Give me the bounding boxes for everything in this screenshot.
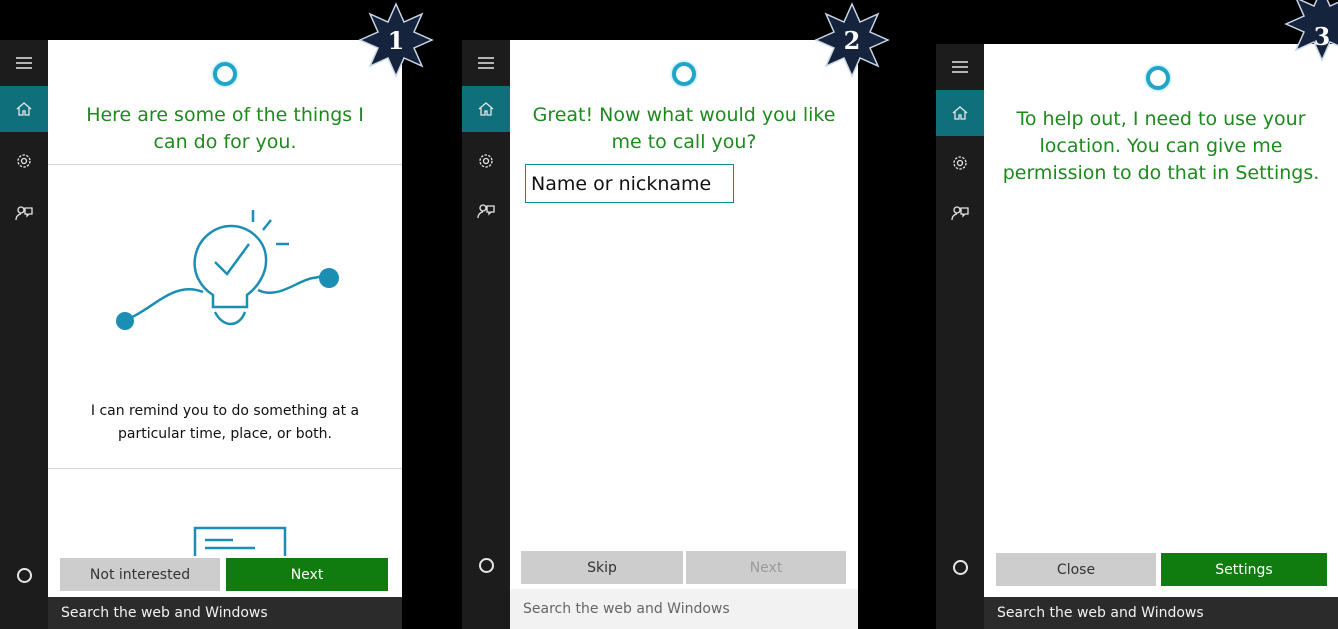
cortana-logo-icon <box>213 62 237 86</box>
settings-gear-icon <box>17 154 31 168</box>
feedback-button[interactable] <box>462 188 510 234</box>
cortana-icon[interactable] <box>479 558 494 573</box>
divider <box>48 468 402 469</box>
body-text: I can remind you to do something at a pa… <box>90 403 360 442</box>
lightbulb-reminder-icon <box>116 210 339 330</box>
page-title: Great! Now what would you like me to cal… <box>532 104 836 153</box>
cortana-icon[interactable] <box>953 560 968 575</box>
home-icon <box>16 102 32 116</box>
divider <box>48 164 402 165</box>
step-number: 2 <box>843 25 861 55</box>
hamburger-icon <box>16 57 32 69</box>
home-icon <box>952 106 968 120</box>
search-bar[interactable]: Search the web and Windows <box>48 597 402 629</box>
feedback-icon <box>951 206 969 221</box>
close-button[interactable]: Close <box>996 553 1156 586</box>
home-button[interactable] <box>936 90 984 136</box>
skip-button[interactable]: Skip <box>521 551 683 584</box>
cortana-sidebar <box>0 40 48 629</box>
next-button[interactable]: Next <box>226 558 388 591</box>
cortana-content: To help out, I need to use your location… <box>984 44 1338 597</box>
feedback-button[interactable] <box>936 190 984 236</box>
step-number: 1 <box>387 25 405 55</box>
cortana-panel-2: Great! Now what would you like me to cal… <box>462 0 890 629</box>
settings-gear-icon <box>479 154 493 168</box>
cortana-panel-1: Here are some of the things I can do for… <box>0 0 434 629</box>
hamburger-menu-button[interactable] <box>936 44 984 90</box>
name-input[interactable]: Name or nickname <box>525 164 734 203</box>
feedback-icon <box>477 204 495 219</box>
search-bar[interactable]: Search the web and Windows <box>510 589 858 629</box>
cortana-logo-icon <box>1146 66 1170 90</box>
page-title: Here are some of the things I can do for… <box>86 104 364 153</box>
settings-button[interactable] <box>936 140 984 186</box>
step-badge: 2 <box>814 2 890 78</box>
feedback-button[interactable] <box>0 190 48 236</box>
cortana-content: Great! Now what would you like me to cal… <box>510 40 858 589</box>
home-button[interactable] <box>0 86 48 132</box>
hamburger-icon <box>952 61 968 73</box>
search-bar[interactable]: Search the web and Windows <box>984 597 1338 629</box>
page-title: To help out, I need to use your location… <box>1002 108 1320 184</box>
cortana-sidebar <box>936 44 984 629</box>
next-button[interactable]: Next <box>686 551 846 584</box>
cortana-sidebar <box>462 40 510 629</box>
settings-gear-icon <box>953 156 967 170</box>
hamburger-icon <box>478 57 494 69</box>
card-preview-icon <box>193 526 287 556</box>
hamburger-menu-button[interactable] <box>0 40 48 86</box>
home-button[interactable] <box>462 86 510 132</box>
cortana-logo-icon <box>672 62 696 86</box>
settings-button[interactable]: Settings <box>1161 553 1327 586</box>
step-badge: 1 <box>358 2 434 78</box>
cortana-content: Here are some of the things I can do for… <box>48 40 402 597</box>
not-interested-button[interactable]: Not interested <box>60 558 220 591</box>
settings-button[interactable] <box>462 138 510 184</box>
cortana-panel-3: To help out, I need to use your location… <box>936 0 1338 629</box>
feedback-icon <box>15 206 33 221</box>
step-badge: 3 <box>1284 0 1338 62</box>
step-number: 3 <box>1313 21 1331 51</box>
home-icon <box>478 102 494 116</box>
settings-button[interactable] <box>0 138 48 184</box>
cortana-icon[interactable] <box>17 568 32 583</box>
hamburger-menu-button[interactable] <box>462 40 510 86</box>
